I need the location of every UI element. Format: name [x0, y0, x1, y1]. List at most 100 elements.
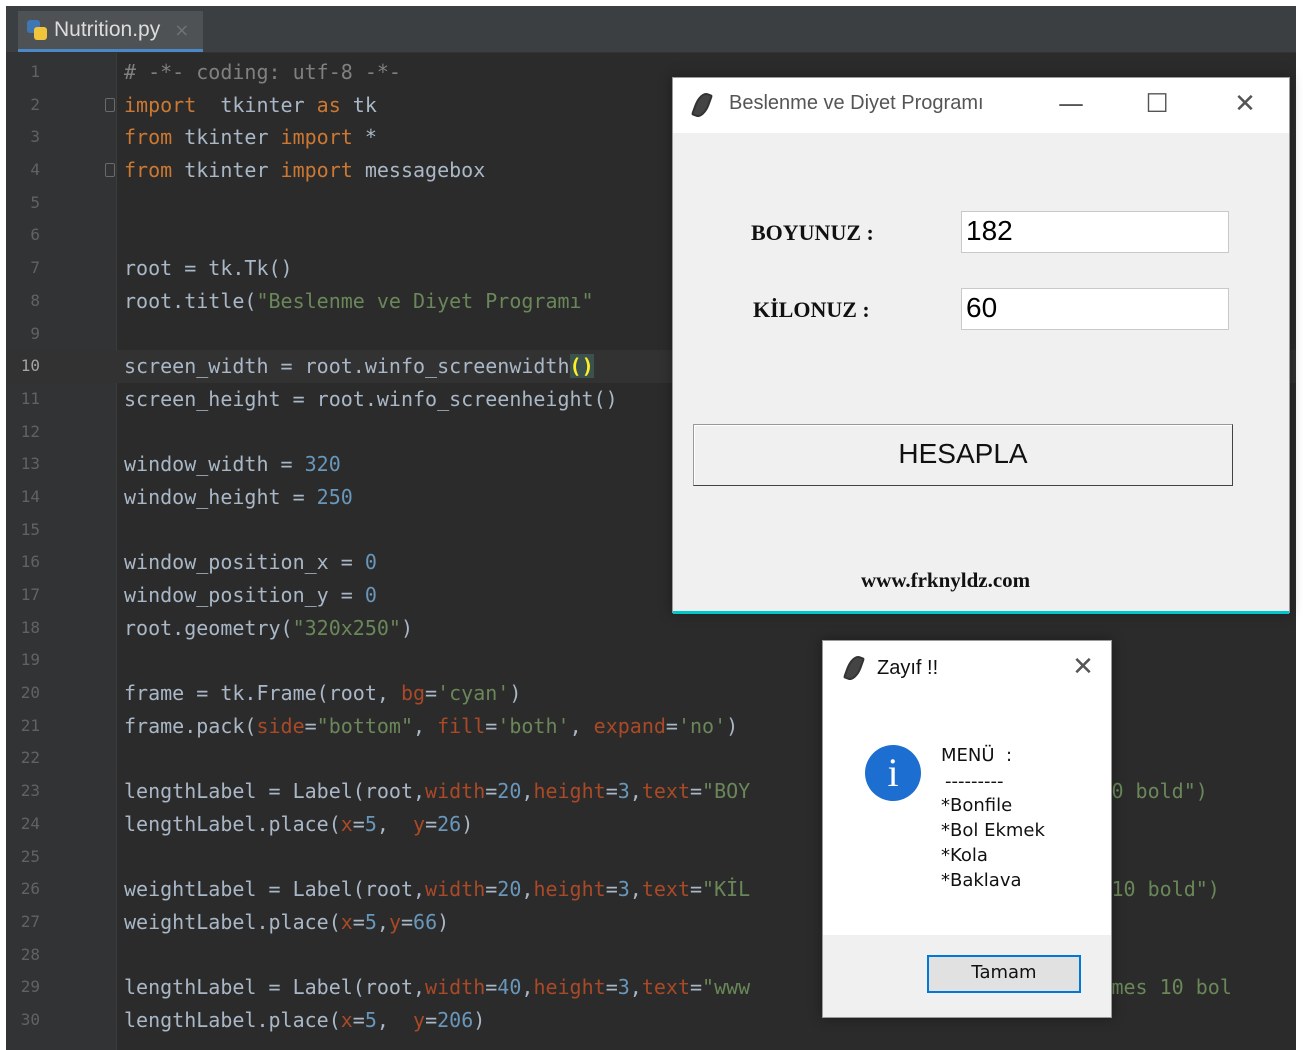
code-token: messagebox [352, 158, 486, 183]
code-token: weightLabel = Label(root, [124, 877, 426, 902]
code-token: import [280, 158, 353, 183]
dialog-close-button[interactable]: ✕ [1063, 649, 1103, 685]
code-token: window_position_x = [124, 550, 365, 575]
code-token: 0 [364, 583, 377, 607]
code-token: import [280, 125, 353, 150]
line-number: 21 [20, 715, 40, 735]
code-token: text [641, 779, 690, 804]
code-token: frame = tk.Frame(root, [124, 681, 401, 706]
line-number: 11 [20, 388, 40, 408]
code-token: ) [461, 811, 474, 836]
menu-item: *Kola [941, 845, 988, 866]
maximize-button[interactable]: ☐ [1137, 86, 1177, 122]
code-token: tkinter [172, 125, 281, 150]
code-token: , [629, 877, 642, 902]
line-number: 16 [20, 552, 40, 572]
code-token: width [425, 779, 486, 804]
line-number: 17 [20, 585, 40, 604]
code-token: tkinter [172, 158, 281, 183]
line-number: 5 [30, 192, 40, 212]
code-token: root = tk.Tk() [124, 256, 293, 281]
minimize-button[interactable]: — [1051, 86, 1091, 122]
code-token: tk [340, 92, 377, 117]
code-token: bg [400, 681, 426, 706]
code-token: 'both' [497, 713, 570, 738]
code-token: , [521, 975, 534, 1000]
line-number: 26 [20, 879, 40, 899]
code-token: y [413, 1007, 426, 1032]
code-token: width [425, 975, 486, 1000]
code-token: x [340, 1007, 353, 1032]
code-token: as [316, 92, 341, 117]
code-token: x [340, 909, 353, 934]
code-token: 5 [364, 1007, 377, 1032]
window-title-bar[interactable]: Beslenme ve Diyet Programı — ☐ ✕ [673, 78, 1289, 133]
code-token: = [425, 681, 438, 706]
code-token: , [629, 779, 642, 804]
code-token: = [425, 1007, 438, 1032]
code-token: expand [593, 713, 666, 738]
code-token: window_position_y = [124, 583, 365, 607]
code-text: window_position_x = 0 [124, 546, 377, 579]
tk-feather-icon [690, 90, 714, 120]
code-token: screen_height = root.winfo_screenheight(… [124, 386, 618, 411]
code-token: 66 [413, 909, 438, 934]
code-text: root = tk.Tk() [124, 252, 293, 285]
fold-marker-icon[interactable] [105, 97, 115, 112]
code-token: lengthLabel = Label(root, [124, 975, 426, 1000]
line-number: 8 [30, 290, 40, 310]
code-token: lengthLabel.place( [124, 1007, 341, 1032]
tab-close-icon[interactable]: × [174, 20, 189, 41]
code-token: text [641, 877, 690, 902]
info-icon: i [865, 745, 921, 801]
close-button[interactable]: ✕ [1225, 86, 1265, 122]
line-number: 27 [20, 911, 40, 931]
code-token: = [605, 779, 618, 804]
code-token: = [400, 909, 414, 934]
line-number: 28 [20, 944, 40, 964]
weight-input[interactable]: 60 [961, 288, 1229, 330]
line-number: 19 [20, 650, 40, 670]
line-number: 3 [30, 127, 40, 147]
line-number: 13 [20, 454, 40, 474]
ok-button[interactable]: Tamam [927, 955, 1081, 993]
line-number: 22 [20, 748, 40, 768]
code-token: , [569, 713, 594, 738]
code-token: , [521, 877, 534, 902]
code-token: = [605, 975, 618, 1000]
code-token: ) [509, 681, 522, 706]
code-text: weightLabel.place(x=5,y=66) [124, 906, 449, 939]
code-token: text [641, 975, 690, 1000]
line-number: 1 [30, 62, 40, 81]
code-token: weightLabel.place( [124, 909, 341, 934]
code-token: = [304, 713, 317, 738]
code-text: root.geometry("320x250") [124, 612, 413, 645]
code-token: , [521, 779, 534, 804]
code-token: = [485, 713, 498, 738]
code-token: y [413, 811, 426, 836]
code-text: from tkinter import messagebox [124, 154, 485, 187]
weight-label: KİLONUZ : [753, 297, 870, 322]
tab-nutrition-py[interactable]: Nutrition.py × [18, 11, 204, 52]
height-input[interactable]: 182 [961, 211, 1229, 253]
code-token: 3 [617, 877, 630, 902]
line-number: 6 [30, 225, 40, 245]
code-token: 0 [364, 550, 377, 575]
code-token: "bottom" [316, 713, 413, 738]
fold-marker-icon[interactable] [105, 163, 115, 178]
code-token: * [352, 125, 377, 150]
code-token: 26 [437, 811, 462, 836]
code-token: 5 [364, 909, 377, 934]
code-token: 5 [364, 811, 377, 836]
calculate-button[interactable]: HESAPLA [693, 424, 1233, 486]
code-token: = [690, 877, 703, 902]
code-token: , [376, 1007, 414, 1032]
code-token: root.geometry( [124, 615, 293, 640]
code-token: "KİL [702, 877, 751, 902]
code-token: ) [726, 713, 739, 738]
code-token: lengthLabel.place( [124, 811, 341, 836]
code-token: fill [437, 713, 486, 738]
code-token: screen_width = root.winfo_screenwidth [124, 354, 570, 379]
code-token: width [425, 877, 486, 902]
footer-website-label: www.frknyldz.com [861, 568, 1031, 592]
